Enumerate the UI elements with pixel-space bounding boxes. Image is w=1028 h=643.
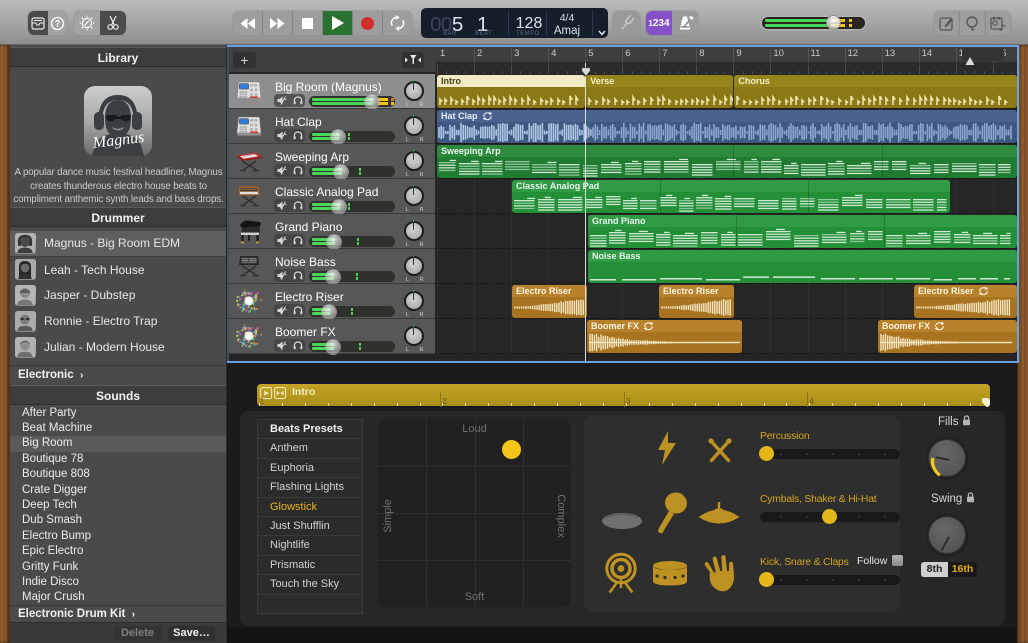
svg-text:?: ? — [55, 18, 61, 28]
